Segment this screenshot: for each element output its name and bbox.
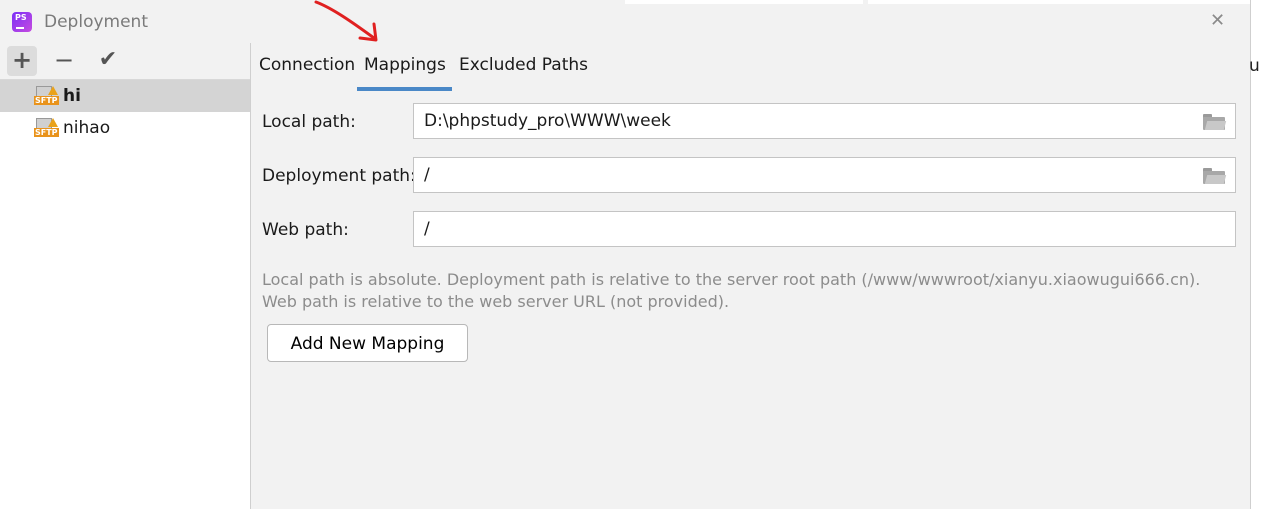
- web-path-field[interactable]: /: [413, 211, 1236, 247]
- background-window-edge: u: [1249, 0, 1263, 509]
- server-list-toolbar: + − ✔: [0, 43, 250, 80]
- tab-mappings[interactable]: Mappings: [364, 55, 446, 75]
- path-hint-line-1: Local path is absolute. Deployment path …: [262, 270, 1201, 289]
- server-name: nihao: [63, 118, 111, 138]
- web-path-value: /: [424, 219, 430, 239]
- add-server-button[interactable]: +: [7, 46, 37, 76]
- browse-folder-icon[interactable]: [1203, 168, 1227, 184]
- tab-connection[interactable]: Connection: [259, 55, 355, 75]
- add-new-mapping-button[interactable]: Add New Mapping: [267, 324, 468, 362]
- browse-folder-icon[interactable]: [1203, 114, 1227, 130]
- set-default-server-button[interactable]: ✔: [93, 46, 123, 76]
- window-title: Deployment: [44, 12, 148, 32]
- server-item-nihao[interactable]: SFTP nihao: [0, 112, 250, 144]
- sftp-warning-icon: SFTP: [34, 118, 60, 138]
- local-path-value: D:\phpstudy_pro\WWW\week: [424, 111, 671, 131]
- active-tab-indicator: [357, 87, 452, 91]
- remove-server-button[interactable]: −: [49, 46, 79, 76]
- deployment-path-value: /: [424, 165, 430, 185]
- close-icon[interactable]: ✕: [1210, 10, 1225, 31]
- tab-excluded-paths[interactable]: Excluded Paths: [459, 55, 588, 75]
- deployment-path-label: Deployment path:: [262, 166, 416, 186]
- background-window-strip: [625, 0, 863, 4]
- local-path-field[interactable]: D:\phpstudy_pro\WWW\week: [413, 103, 1236, 139]
- background-window-text: u: [1249, 56, 1260, 76]
- phpstorm-app-icon: PS: [12, 12, 32, 32]
- server-item-hi[interactable]: SFTP hi: [0, 80, 250, 112]
- server-name: hi: [63, 86, 81, 106]
- server-list-panel: + − ✔ SFTP hi SFTP nihao: [0, 43, 251, 509]
- background-window-strip: [868, 0, 1250, 4]
- local-path-label: Local path:: [262, 112, 356, 132]
- deployment-path-field[interactable]: /: [413, 157, 1236, 193]
- window-titlebar: PS Deployment ✕: [0, 0, 1250, 43]
- sftp-warning-icon: SFTP: [34, 86, 60, 106]
- web-path-label: Web path:: [262, 220, 349, 240]
- red-arrow-annotation: [314, 0, 378, 42]
- path-hint-line-2: Web path is relative to the web server U…: [262, 292, 730, 311]
